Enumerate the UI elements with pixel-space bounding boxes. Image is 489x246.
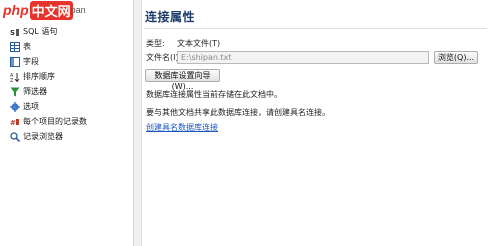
sort-order-icon: AZ — [10, 72, 20, 82]
sidebar-item-table[interactable]: 表 — [10, 39, 87, 54]
connection-properties-panel: 连接属性 类型: 文本文件(T) 文件名(I): E:\shipan.txt 浏… — [142, 0, 489, 246]
sidebar-item-label: 排序顺序 — [23, 72, 55, 81]
svg-text:Z: Z — [10, 78, 14, 82]
create-named-connection-link[interactable]: 创建具名数据库连接 — [146, 122, 218, 133]
sidebar-item-sort-order[interactable]: AZ 排序顺序 — [10, 69, 87, 84]
sidebar-item-fields[interactable]: 字段 — [10, 54, 87, 69]
sidebar-item-filter[interactable]: 筛选器 — [10, 84, 87, 99]
sql-icon: S — [10, 27, 20, 37]
page-title: 连接属性 — [145, 10, 196, 24]
type-row: 类型: 文本文件(T) — [146, 38, 220, 49]
table-icon — [10, 41, 20, 52]
stored-info-text: 数据库连接属性当前存储在此文档中。 — [146, 90, 282, 99]
filename-label: 文件名(I): — [146, 53, 182, 62]
sidebar-item-label: 表 — [23, 42, 31, 51]
title-divider — [144, 28, 487, 29]
sidebar-panel: php 中文网 pan S SQL 语句 表 字段 AZ 排序顺序 筛选器 选项… — [0, 0, 134, 246]
record-browser-icon — [10, 131, 20, 142]
sidebar-item-label: 记录浏览器 — [23, 132, 63, 141]
watermark-php-text: php — [3, 2, 29, 18]
browse-button[interactable]: 浏览(Q)... — [434, 51, 478, 64]
watermark-tail-text: pan — [70, 5, 86, 15]
svg-text:S: S — [10, 29, 15, 37]
sidebar-nav: S SQL 语句 表 字段 AZ 排序顺序 筛选器 选项 # 每个项目的记录数 … — [10, 24, 87, 144]
php-watermark-logo: php 中文网 pan — [3, 0, 86, 20]
share-info-text: 要与其他文档共享此数据库连接，请创建具名连接。 — [146, 108, 330, 117]
filename-row: 文件名(I): — [146, 52, 181, 63]
sidebar-item-options[interactable]: 选项 — [10, 99, 87, 114]
sidebar-item-label: SQL 语句 — [23, 27, 58, 36]
watermark-cn-text: 中文网 — [29, 0, 73, 20]
sidebar-item-label: 字段 — [23, 57, 39, 66]
sidebar-item-sql[interactable]: S SQL 语句 — [10, 24, 87, 39]
sidebar-item-record-browser[interactable]: 记录浏览器 — [10, 129, 87, 144]
type-value: 文本文件(T) — [177, 39, 221, 48]
filename-field[interactable]: E:\shipan.txt — [177, 51, 429, 64]
type-label: 类型: — [146, 39, 165, 48]
field-icon — [10, 56, 20, 67]
filter-icon — [10, 87, 20, 97]
sidebar-scrollbar[interactable] — [134, 0, 142, 246]
sidebar-item-label: 每个项目的记录数 — [23, 117, 87, 126]
sidebar-item-label: 筛选器 — [23, 87, 47, 96]
options-icon — [10, 101, 20, 112]
sidebar-item-records-per-item[interactable]: # 每个项目的记录数 — [10, 114, 87, 129]
records-per-item-icon: # — [10, 117, 20, 127]
database-wizard-button[interactable]: 数据库设置向导(W)... — [145, 69, 220, 91]
sidebar-item-label: 选项 — [23, 102, 39, 111]
svg-text:#: # — [10, 119, 16, 127]
